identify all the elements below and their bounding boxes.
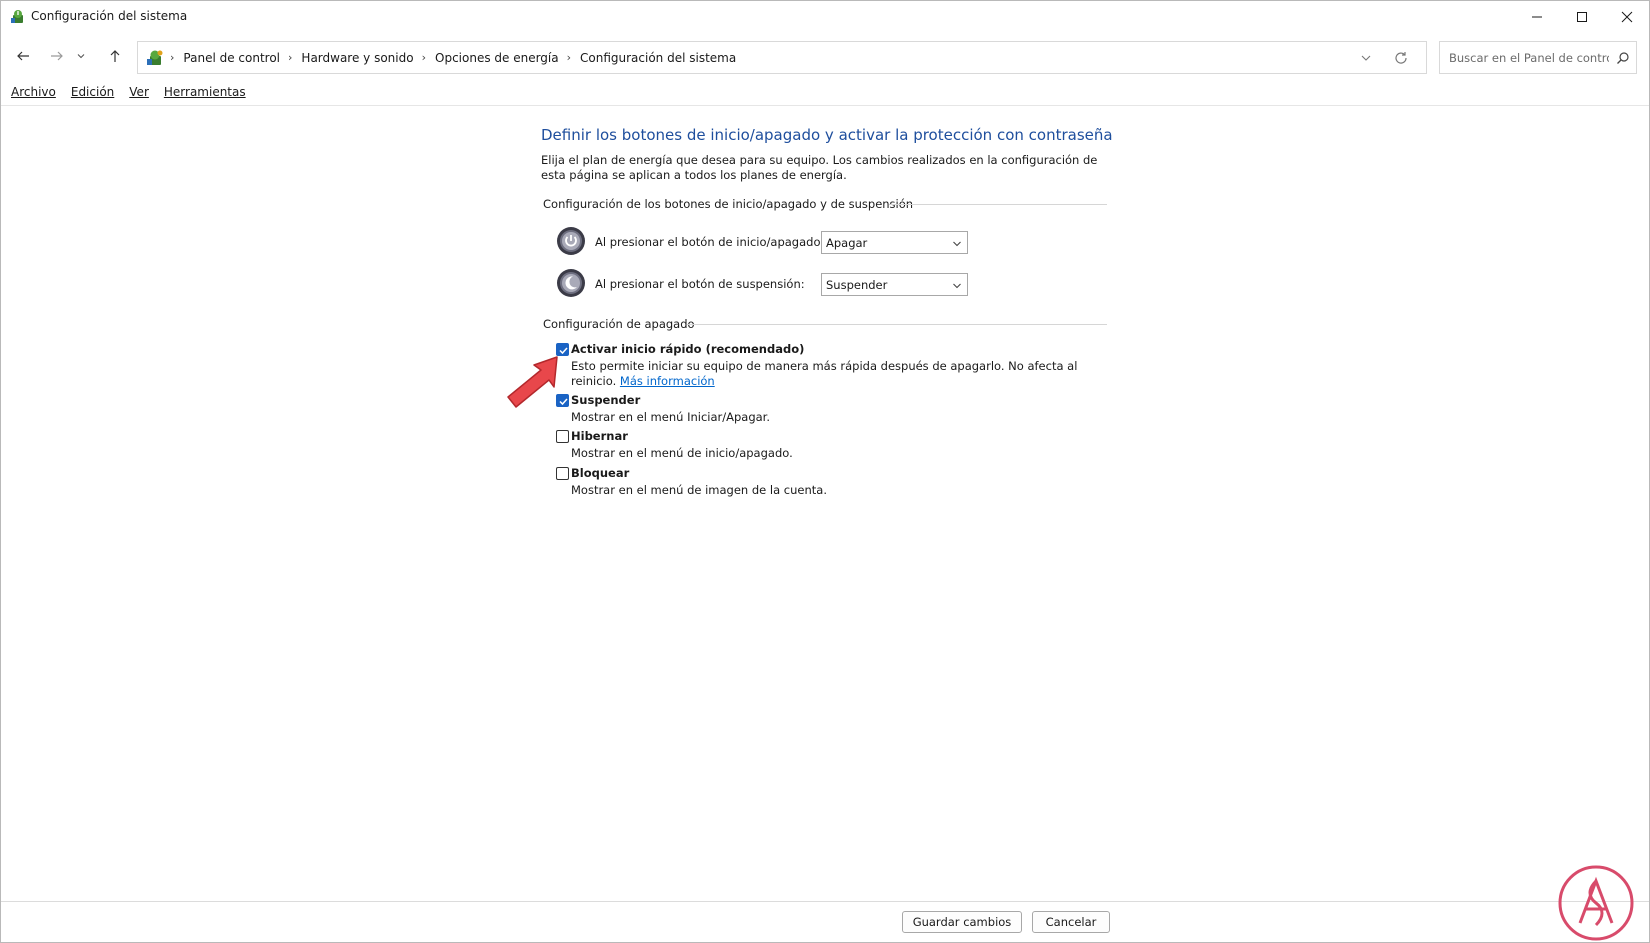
- title-bar: Configuración del sistema: [1, 1, 1649, 33]
- hibernate-label[interactable]: Hibernar: [571, 429, 628, 443]
- menu-herramientas-label: Herramientas: [163, 85, 246, 99]
- power-button-select[interactable]: Apagar: [821, 231, 968, 254]
- chevron-down-icon: [76, 50, 86, 64]
- lock-checkbox[interactable]: [556, 467, 569, 480]
- divider: [687, 324, 1107, 325]
- buttons-group-title: Configuración de los botones de inicio/a…: [543, 197, 914, 211]
- fast-startup-description: Esto permite iniciar su equipo de manera…: [571, 359, 1091, 389]
- search-box[interactable]: [1439, 41, 1637, 74]
- up-button[interactable]: [101, 43, 129, 71]
- minimize-button[interactable]: [1514, 1, 1560, 33]
- minimize-icon: [1531, 11, 1543, 23]
- divider: [1, 105, 1649, 106]
- recent-locations-button[interactable]: [73, 43, 89, 71]
- red-arrow-icon: [504, 353, 566, 411]
- breadcrumb-panel-de-control[interactable]: Panel de control: [183, 51, 280, 65]
- power-button-setting: Al presionar el botón de inicio/apagado:…: [556, 226, 976, 258]
- more-info-link[interactable]: Más información: [620, 374, 715, 388]
- refresh-icon[interactable]: [1393, 50, 1409, 66]
- sleep-label[interactable]: Suspender: [571, 393, 640, 407]
- shutdown-group-title: Configuración de apagado: [543, 317, 695, 331]
- address-dropdown-icon[interactable]: [1358, 50, 1374, 66]
- menu-edicion-label: Edición: [70, 85, 115, 99]
- menu-archivo-label: Archivo: [11, 85, 56, 99]
- menu-ver[interactable]: Ver: [129, 85, 149, 105]
- save-button[interactable]: Guardar cambios: [902, 911, 1022, 933]
- sleep-button-label: Al presionar el botón de suspensión:: [595, 277, 805, 291]
- chevron-right-icon: ›: [170, 51, 175, 64]
- control-panel-window: Configuración del sistema › Panel de con…: [0, 0, 1650, 943]
- watermark-logo: [1558, 865, 1634, 941]
- menu-herramientas[interactable]: Herramientas: [164, 85, 246, 105]
- power-button-value: Apagar: [826, 236, 868, 250]
- chevron-down-icon: [952, 280, 962, 290]
- arrow-right-icon: [50, 49, 64, 66]
- maximize-icon: [1576, 11, 1588, 23]
- breadcrumb-configuracion-del-sistema[interactable]: Configuración del sistema: [580, 51, 736, 65]
- chevron-right-icon[interactable]: ›: [422, 51, 426, 64]
- breadcrumb-opciones-de-energia[interactable]: Opciones de energía: [435, 51, 559, 65]
- sleep-button-select[interactable]: Suspender: [821, 273, 968, 296]
- navigation-bar: › Panel de control › Hardware y sonido ›…: [1, 39, 1649, 75]
- chevron-down-icon: [952, 238, 962, 248]
- page-description: Elija el plan de energía que desea para …: [541, 153, 1098, 182]
- page-title: Definir los botones de inicio/apagado y …: [541, 126, 1113, 144]
- power-options-icon: [10, 9, 26, 25]
- power-button-icon: [556, 226, 586, 256]
- control-panel-icon: [146, 49, 164, 67]
- fast-startup-label[interactable]: Activar inicio rápido (recomendado): [571, 342, 804, 356]
- search-icon[interactable]: [1615, 50, 1631, 66]
- hibernate-checkbox[interactable]: [556, 430, 569, 443]
- divider: [889, 204, 1107, 205]
- hibernate-description: Mostrar en el menú de inicio/apagado.: [571, 446, 793, 460]
- cancel-button[interactable]: Cancelar: [1032, 911, 1110, 933]
- sleep-button-setting: Al presionar el botón de suspensión: Sus…: [556, 268, 976, 300]
- breadcrumb: › Panel de control › Hardware y sonido ›…: [168, 42, 736, 73]
- menu-bar: Archivo Edición Ver Herramientas: [1, 85, 1649, 105]
- sleep-button-value: Suspender: [826, 278, 888, 292]
- power-button-label: Al presionar el botón de inicio/apagado:: [595, 235, 825, 249]
- menu-edicion[interactable]: Edición: [71, 85, 114, 105]
- menu-ver-label: Ver: [129, 85, 149, 99]
- forward-button[interactable]: [43, 43, 71, 71]
- breadcrumb-hardware-y-sonido[interactable]: Hardware y sonido: [301, 51, 413, 65]
- lock-description: Mostrar en el menú de imagen de la cuent…: [571, 483, 827, 497]
- close-icon: [1621, 11, 1633, 23]
- chevron-right-icon[interactable]: ›: [567, 51, 571, 64]
- divider: [1, 901, 1649, 902]
- address-bar[interactable]: › Panel de control › Hardware y sonido ›…: [137, 41, 1427, 74]
- back-button[interactable]: [9, 43, 37, 71]
- sleep-description: Mostrar en el menú Iniciar/Apagar.: [571, 410, 771, 424]
- search-input[interactable]: [1449, 51, 1609, 65]
- sleep-button-icon: [556, 268, 586, 298]
- lock-label[interactable]: Bloquear: [571, 466, 629, 480]
- chevron-right-icon[interactable]: ›: [288, 51, 292, 64]
- maximize-button[interactable]: [1559, 1, 1605, 33]
- arrow-up-icon: [108, 49, 122, 66]
- arrow-left-icon: [16, 49, 30, 66]
- menu-archivo[interactable]: Archivo: [11, 85, 56, 105]
- window-title: Configuración del sistema: [31, 9, 188, 23]
- close-button[interactable]: [1604, 1, 1650, 33]
